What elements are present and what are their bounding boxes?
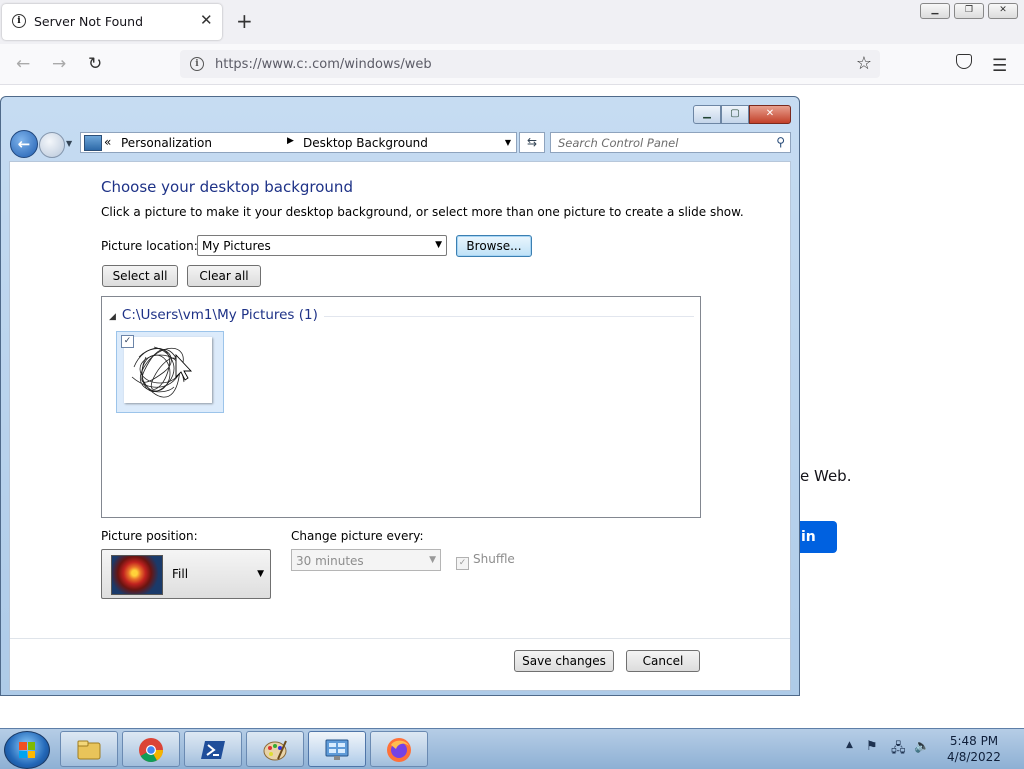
background-page-button[interactable]: in	[797, 521, 837, 553]
firefox-icon	[387, 738, 411, 762]
save-changes-button[interactable]: Save changes	[514, 650, 614, 672]
maximize-icon[interactable]: ▢	[721, 105, 749, 124]
forward-arrow-icon[interactable]: →	[52, 54, 66, 74]
site-info-icon[interactable]: i	[190, 57, 204, 71]
shuffle-checkbox[interactable]: ✓ Shuffle	[456, 552, 515, 570]
forward-button[interactable]	[39, 132, 65, 158]
page-title: Choose your desktop background	[101, 178, 353, 196]
picture-gallery[interactable]: ◢ C:\Users\vm1\My Pictures (1) ✓	[101, 296, 701, 518]
control-panel-window: ▁ ▢ ✕ ← ▼ « Personalization ▶ Desktop Ba…	[0, 96, 800, 696]
cancel-button[interactable]: Cancel	[626, 650, 700, 672]
start-button[interactable]	[4, 731, 50, 769]
control-panel-icon	[325, 739, 349, 760]
breadcrumb-separator-icon[interactable]: ▶	[287, 136, 294, 146]
picture-location-label: Picture location:	[101, 239, 198, 253]
search-icon[interactable]: ⚲	[776, 135, 785, 149]
refresh-icon[interactable]: ⇆	[519, 132, 545, 153]
minimize-icon[interactable]: ▁	[920, 3, 950, 19]
content-pane: Choose your desktop background Click a p…	[9, 161, 791, 691]
taskbar-paint[interactable]	[246, 731, 304, 767]
page-description: Click a picture to make it your desktop …	[101, 205, 744, 219]
search-placeholder: Search Control Panel	[558, 136, 679, 150]
address-dropdown-icon[interactable]: ▼	[505, 138, 511, 147]
thumbnail-checkbox[interactable]: ✓	[121, 335, 134, 348]
tab-title: Server Not Found	[34, 14, 144, 29]
control-panel-icon	[84, 135, 102, 151]
volume-icon[interactable]: 🔈	[914, 739, 930, 754]
url-bar[interactable]: i https://www.c:.com/windows/web ☆	[180, 50, 880, 78]
hamburger-menu-icon[interactable]: ☰	[992, 56, 1007, 76]
picture-location-select[interactable]: My Pictures ▼	[197, 235, 447, 256]
chevron-down-icon: ▼	[257, 569, 264, 579]
back-button[interactable]: ←	[10, 130, 38, 158]
clock-time: 5:48 PM	[949, 734, 999, 748]
reload-icon[interactable]: ↻	[88, 54, 102, 74]
powershell-icon	[201, 741, 225, 759]
change-picture-label: Change picture every:	[291, 529, 424, 543]
paint-palette-icon	[263, 740, 287, 761]
restore-icon[interactable]: ❐	[954, 3, 984, 19]
picture-thumbnail[interactable]: ✓	[116, 331, 224, 413]
recent-pages-dropdown-icon[interactable]: ▼	[66, 139, 72, 148]
back-arrow-icon[interactable]: ←	[16, 54, 30, 74]
select-all-button[interactable]: Select all	[102, 265, 178, 287]
breadcrumb-personalization[interactable]: Personalization	[121, 136, 212, 150]
breadcrumb-overflow-icon[interactable]: «	[104, 135, 111, 149]
picture-position-label: Picture position:	[101, 529, 198, 543]
folder-icon	[77, 740, 101, 760]
footer-divider	[10, 638, 790, 639]
windows-logo-icon	[19, 742, 35, 758]
address-bar[interactable]: « Personalization ▶ Desktop Background ▼	[80, 132, 517, 153]
flower-preview-image	[111, 555, 163, 595]
scribble-image	[124, 337, 212, 403]
change-interval-select[interactable]: 30 minutes ▼	[291, 549, 441, 571]
bookmark-star-icon[interactable]: ☆	[856, 53, 872, 74]
browser-tab[interactable]: i Server Not Found ✕	[2, 4, 222, 40]
breadcrumb-desktop-background[interactable]: Desktop Background	[303, 136, 428, 150]
clock-date: 4/8/2022	[947, 750, 1001, 764]
group-header[interactable]: ◢ C:\Users\vm1\My Pictures (1)	[109, 307, 318, 323]
clear-all-button[interactable]: Clear all	[187, 265, 261, 287]
window-controls: ▁ ▢ ✕	[693, 105, 791, 124]
picture-position-select[interactable]: Fill ▼	[101, 549, 271, 599]
picture-location-value: My Pictures	[202, 239, 271, 253]
taskbar-chrome[interactable]	[122, 731, 180, 767]
change-interval-value: 30 minutes	[296, 554, 364, 568]
pocket-icon[interactable]	[956, 54, 972, 69]
taskbar-powershell[interactable]	[184, 731, 242, 767]
chrome-icon	[139, 738, 163, 763]
minimize-icon[interactable]: ▁	[693, 105, 721, 124]
browser-navbar: ← → ↻ i https://www.c:.com/windows/web ☆	[0, 44, 1024, 85]
chevron-down-icon: ▼	[435, 240, 442, 250]
taskbar-control-panel[interactable]	[308, 731, 366, 767]
browser-window-controls: ▁ ❐ ✕	[920, 3, 1018, 19]
close-icon[interactable]: ✕	[988, 3, 1018, 19]
show-hidden-icons-icon[interactable]: ▲	[846, 740, 853, 750]
chevron-down-icon: ▼	[429, 555, 436, 565]
background-page-text: e Web.	[800, 467, 852, 485]
group-divider	[324, 316, 694, 317]
group-header-label: C:\Users\vm1\My Pictures (1)	[121, 307, 318, 323]
action-center-flag-icon[interactable]: ⚑	[866, 739, 878, 754]
network-icon[interactable]: 🖧	[891, 739, 906, 761]
checkbox-check-icon: ✓	[456, 557, 469, 570]
shuffle-label: Shuffle	[473, 552, 515, 566]
new-tab-icon[interactable]: +	[236, 9, 253, 33]
info-icon: i	[12, 14, 26, 28]
close-tab-icon[interactable]: ✕	[200, 11, 213, 29]
collapse-triangle-icon[interactable]: ◢	[109, 312, 116, 322]
search-box[interactable]: Search Control Panel ⚲	[550, 132, 791, 153]
url-text: https://www.c:.com/windows/web	[215, 57, 432, 72]
close-icon[interactable]: ✕	[749, 105, 791, 124]
picture-position-value: Fill	[172, 567, 189, 581]
taskbar-file-explorer[interactable]	[60, 731, 118, 767]
browse-button[interactable]: Browse...	[456, 235, 532, 257]
browser-tabstrip: i Server Not Found ✕ + ▁ ❐ ✕	[0, 0, 1024, 44]
taskbar-firefox[interactable]	[370, 731, 428, 767]
system-clock[interactable]: 5:48 PM 4/8/2022	[944, 733, 1004, 765]
